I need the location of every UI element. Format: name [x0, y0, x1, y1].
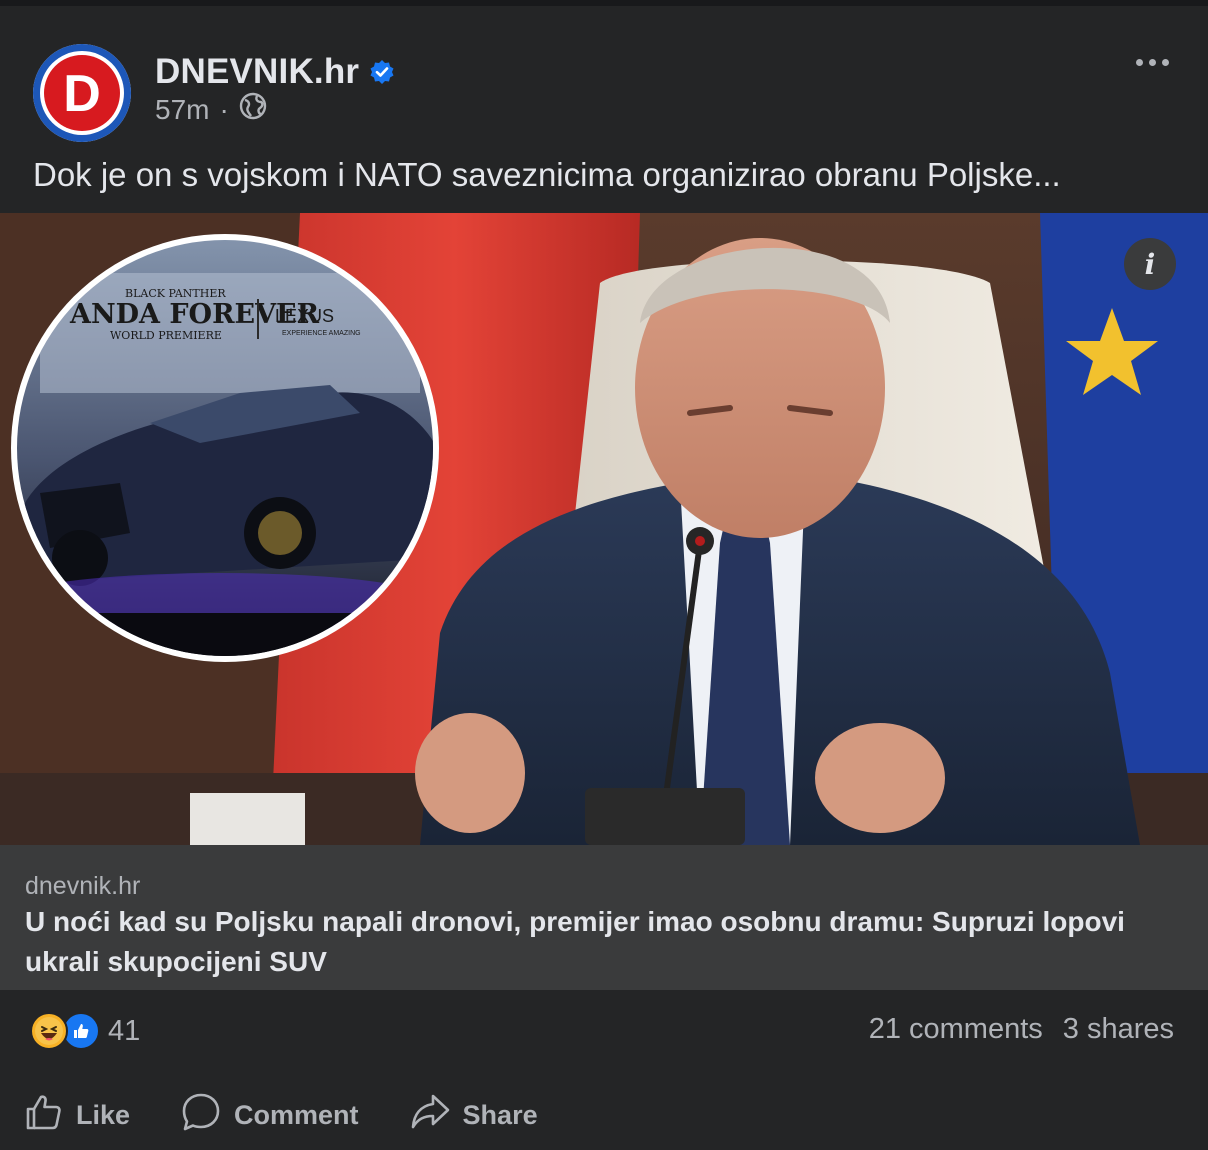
- comments-count[interactable]: 21 comments: [869, 1013, 1043, 1046]
- page-name[interactable]: DNEVNIK.hr: [155, 52, 359, 92]
- more-dot-icon: [1135, 58, 1143, 66]
- avatar-letter: D: [63, 65, 101, 123]
- inset-sub-text: WORLD PREMIERE: [110, 329, 222, 342]
- more-options-button[interactable]: [1130, 52, 1174, 72]
- link-domain: dnevnik.hr: [25, 872, 141, 900]
- post-image[interactable]: BLACK PANTHER ANDA FOREVER WORLD PREMIER…: [0, 213, 1208, 845]
- inset-brand-text: LEXUS: [275, 306, 334, 326]
- page-avatar[interactable]: D: [33, 44, 131, 142]
- inset-brand-sub-text: EXPERIENCE AMAZING: [282, 330, 361, 337]
- post-card: D DNEVNIK.hr 57m · Dok je on s vojskom i…: [0, 6, 1208, 1150]
- meta-separator: ·: [219, 93, 229, 125]
- like-button[interactable]: Like: [24, 1092, 130, 1139]
- shares-count[interactable]: 3 shares: [1063, 1013, 1174, 1046]
- share-button[interactable]: Share: [409, 1092, 538, 1139]
- info-button[interactable]: i: [1124, 238, 1176, 290]
- comment-bubble-icon: [180, 1091, 222, 1140]
- reaction-summary[interactable]: 41: [30, 1012, 140, 1050]
- post-meta: 57m ·: [155, 92, 267, 127]
- post-stats: 21 comments 3 shares: [869, 1013, 1174, 1046]
- article-photo: BLACK PANTHER ANDA FOREVER WORLD PREMIER…: [0, 213, 1208, 845]
- like-label: Like: [76, 1100, 131, 1130]
- more-dot-icon: [1161, 58, 1169, 66]
- thumbs-up-icon: [24, 1092, 64, 1139]
- reaction-count: 41: [108, 1014, 141, 1047]
- dnevnik-logo-icon: D: [33, 44, 131, 142]
- comment-label: Comment: [234, 1100, 359, 1130]
- link-preview[interactable]: dnevnik.hr U noći kad su Poljsku napali …: [0, 845, 1208, 990]
- share-arrow-icon: [409, 1092, 451, 1139]
- haha-reaction-icon: [30, 1012, 68, 1050]
- page-name-link[interactable]: DNEVNIK.hr: [155, 52, 395, 92]
- action-bar: Like Comment Share: [24, 1091, 588, 1140]
- info-icon: i: [1144, 247, 1156, 281]
- post-text: Dok je on s vojskom i NATO saveznicima o…: [33, 156, 1061, 193]
- comment-button[interactable]: Comment: [180, 1091, 359, 1140]
- post-time[interactable]: 57m: [155, 94, 209, 126]
- share-label: Share: [462, 1100, 538, 1130]
- link-title[interactable]: U noći kad su Poljsku napali dronovi, pr…: [25, 902, 1185, 982]
- more-dot-icon: [1148, 58, 1156, 66]
- globe-icon: [239, 92, 267, 127]
- verified-badge-icon: [369, 59, 395, 85]
